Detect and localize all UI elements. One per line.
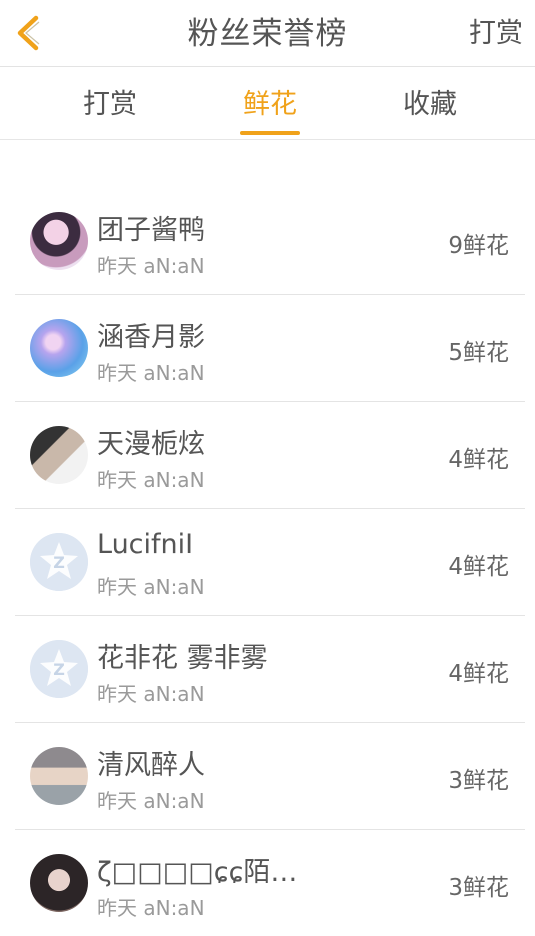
list-item[interactable]: 团子酱鸭 昨天 aN:aN 9鲜花 <box>15 188 525 295</box>
tab-label: 打赏 <box>83 89 137 120</box>
list-item[interactable]: 天漫栀炫 昨天 aN:aN 4鲜花 <box>15 402 525 509</box>
flower-count: 3鲜花 <box>448 768 509 794</box>
list-item[interactable]: 清风醉人 昨天 aN:aN 3鲜花 <box>15 723 525 830</box>
flower-count: 5鲜花 <box>448 340 509 366</box>
list-item[interactable]: ζ□□□□ɕɕ陌… 昨天 aN:aN 3鲜花 <box>15 830 525 936</box>
user-name: 涵香月影 <box>97 322 205 353</box>
avatar <box>30 319 88 377</box>
user-name: 清风醉人 <box>97 750 205 781</box>
timestamp: 昨天 aN:aN <box>97 361 205 385</box>
timestamp: 昨天 aN:aN <box>97 789 205 813</box>
tab-label: 收藏 <box>403 89 457 120</box>
flower-count: 4鲜花 <box>448 447 509 473</box>
avatar <box>30 212 88 270</box>
tab-reward[interactable]: 打赏 <box>50 67 170 139</box>
svg-text:Z: Z <box>53 660 65 679</box>
timestamp: 昨天 aN:aN <box>97 896 205 920</box>
avatar <box>30 747 88 805</box>
user-name: 花非花 雾非雾 <box>97 643 268 674</box>
flower-count: 4鲜花 <box>448 661 509 687</box>
tab-label: 鲜花 <box>243 89 297 120</box>
list-item[interactable]: Z 花非花 雾非雾 昨天 aN:aN 4鲜花 <box>15 616 525 723</box>
list-item[interactable]: Z LucifniI 昨天 aN:aN 4鲜花 <box>15 509 525 616</box>
top-bar: 粉丝荣誉榜 打赏 <box>0 0 535 67</box>
list-item[interactable]: 涵香月影 昨天 aN:aN 5鲜花 <box>15 295 525 402</box>
timestamp: 昨天 aN:aN <box>97 682 205 706</box>
flower-count: 4鲜花 <box>448 554 509 580</box>
timestamp: 昨天 aN:aN <box>97 575 205 599</box>
default-avatar-icon: Z <box>30 640 88 698</box>
avatar <box>30 426 88 484</box>
active-tab-indicator <box>240 131 300 135</box>
svg-text:Z: Z <box>53 553 65 572</box>
tab-bar: 打赏 鲜花 收藏 <box>0 67 535 140</box>
tab-favorites[interactable]: 收藏 <box>370 67 490 139</box>
timestamp: 昨天 aN:aN <box>97 468 205 492</box>
default-avatar-icon: Z <box>30 533 88 591</box>
user-name: LucifniI <box>97 529 194 560</box>
flower-count: 9鲜花 <box>448 233 509 259</box>
fan-ranking-list: 团子酱鸭 昨天 aN:aN 9鲜花 涵香月影 昨天 aN:aN 5鲜花 天漫栀炫… <box>15 188 525 936</box>
flower-count: 3鲜花 <box>448 875 509 901</box>
user-name: ζ□□□□ɕɕ陌… <box>97 857 298 888</box>
page-title: 粉丝荣誉榜 <box>187 16 348 52</box>
user-name: 团子酱鸭 <box>97 215 205 246</box>
timestamp: 昨天 aN:aN <box>97 254 205 278</box>
user-name: 天漫栀炫 <box>97 429 205 460</box>
reward-button[interactable]: 打赏 <box>469 0 523 66</box>
tab-flowers[interactable]: 鲜花 <box>210 67 330 139</box>
avatar <box>30 854 88 912</box>
